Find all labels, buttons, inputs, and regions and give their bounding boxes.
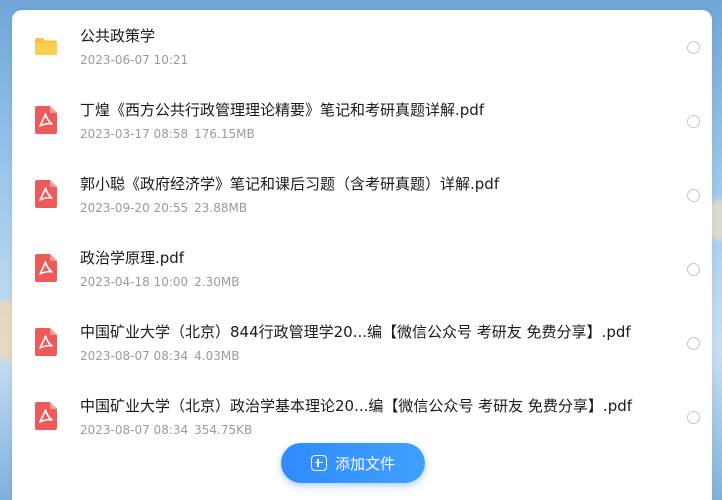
folder-icon [34, 34, 60, 60]
pdf-icon [34, 254, 60, 282]
file-size: 354.75KB [194, 423, 253, 437]
pdf-icon [34, 402, 60, 430]
select-radio[interactable] [687, 189, 700, 202]
file-date: 2023-08-07 08:34 [80, 423, 189, 437]
select-radio[interactable] [687, 41, 700, 54]
list-item[interactable]: 公共政策学 2023-06-07 10:21 [12, 10, 712, 84]
add-file-label: 添加文件 [334, 454, 395, 473]
file-name: 公共政策学 [80, 27, 156, 45]
file-date: 2023-08-07 08:34 [80, 349, 189, 363]
file-name: 郭小聪《政府经济学》笔记和课后习题（含考研真题）详解.pdf [80, 175, 500, 193]
file-name: 政治学原理.pdf [80, 249, 185, 267]
file-size: 23.88MB [194, 201, 248, 215]
file-date: 2023-04-18 10:00 [80, 275, 189, 289]
file-date: 2023-09-20 20:55 [80, 201, 189, 215]
file-list-panel: 公共政策学 2023-06-07 10:21 丁煌《西方公共行政管理理论精要》笔… [12, 10, 712, 500]
list-item[interactable]: 丁煌《西方公共行政管理理论精要》笔记和考研真题详解.pdf 2023-03-17… [12, 84, 712, 158]
file-meta: 2023-06-07 10:21 [80, 53, 188, 67]
file-name: 中国矿业大学（北京）政治学基本理论20...编【微信公众号 考研友 免费分享】.… [80, 397, 633, 415]
add-file-button[interactable]: 添加文件 [281, 443, 425, 483]
file-meta: 2023-09-20 20:55 23.88MB [80, 201, 247, 215]
select-radio[interactable] [687, 115, 700, 128]
pdf-icon [34, 106, 60, 134]
list-item[interactable]: 中国矿业大学（北京）844行政管理学20...编【微信公众号 考研友 免费分享】… [12, 306, 712, 380]
file-size: 4.03MB [194, 349, 240, 363]
pdf-icon [34, 180, 60, 208]
file-size: 176.15MB [194, 127, 255, 141]
file-meta: 2023-08-07 08:34 354.75KB [80, 423, 252, 437]
plus-square-icon [310, 455, 327, 471]
list-item[interactable]: 郭小聪《政府经济学》笔记和课后习题（含考研真题）详解.pdf 2023-09-2… [12, 158, 712, 232]
select-radio[interactable] [687, 337, 700, 350]
pdf-icon [34, 328, 60, 356]
file-date: 2023-03-17 08:58 [80, 127, 189, 141]
file-date: 2023-06-07 10:21 [80, 53, 189, 67]
list-item[interactable]: 政治学原理.pdf 2023-04-18 10:00 2.30MB [12, 232, 712, 306]
file-meta: 2023-03-17 08:58 176.15MB [80, 127, 255, 141]
file-name: 丁煌《西方公共行政管理理论精要》笔记和考研真题详解.pdf [80, 101, 485, 119]
file-name: 中国矿业大学（北京）844行政管理学20...编【微信公众号 考研友 免费分享】… [80, 323, 631, 341]
select-radio[interactable] [687, 411, 700, 424]
file-meta: 2023-08-07 08:34 4.03MB [80, 349, 239, 363]
file-meta: 2023-04-18 10:00 2.30MB [80, 275, 239, 289]
file-size: 2.30MB [194, 275, 240, 289]
select-radio[interactable] [687, 263, 700, 276]
